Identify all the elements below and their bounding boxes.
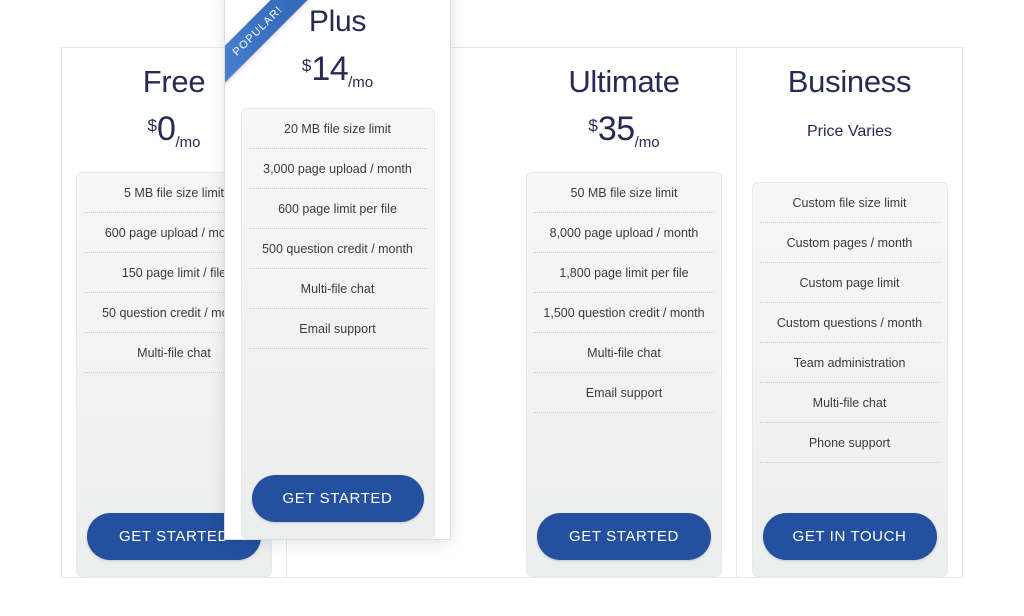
pricing-card-plus: POPULAR! Plus $14/mo 20 MB file size limit 3… [224, 0, 451, 540]
feature-item: Custom file size limit [759, 183, 940, 223]
price-currency: $ [147, 116, 158, 135]
plan-price: $35/mo [588, 112, 659, 152]
pricing-card-ultimate: Ultimate $35/mo 50 MB file size limit 8,000… [512, 48, 737, 577]
plan-name: Business [787, 64, 912, 99]
feature-item: 1,800 page limit per file [534, 253, 714, 293]
feature-item: Email support [248, 309, 427, 349]
feature-item: 1,500 question credit / month [534, 293, 714, 333]
price-currency: $ [301, 56, 312, 75]
feature-item: 500 question credit / month [248, 229, 427, 269]
cta-button-ultimate[interactable]: GET STARTED [537, 513, 711, 560]
feature-item: Custom questions / month [759, 303, 940, 343]
feature-item: Multi-file chat [248, 269, 427, 309]
price-period: /mo [634, 134, 660, 151]
feature-item: 3,000 page upload / month [248, 149, 427, 189]
price-period: /mo [348, 74, 374, 91]
plan-price: $0/mo [148, 112, 201, 152]
price-currency: $ [588, 116, 598, 135]
plan-price: $14/mo [302, 52, 373, 92]
price-amount: 14 [311, 50, 349, 88]
plan-name: Ultimate [568, 64, 680, 99]
price-amount: 0 [157, 110, 176, 148]
feature-item: 8,000 page upload / month [534, 213, 714, 253]
feature-item: Phone support [759, 423, 940, 463]
cta-button-plus[interactable]: GET STARTED [251, 475, 424, 522]
cta-button-business[interactable]: GET IN TOUCH [762, 513, 937, 560]
price-amount: 35 [597, 110, 635, 148]
feature-item: Multi-file chat [759, 383, 940, 423]
cta-holder: GET STARTED [527, 513, 721, 568]
plan-name: Plus [308, 5, 367, 38]
cta-holder: GET STARTED [242, 475, 434, 530]
feature-item: 50 MB file size limit [534, 173, 714, 213]
feature-item: Email support [534, 373, 714, 413]
feature-item: Multi-file chat [534, 333, 714, 373]
feature-item: 20 MB file size limit [248, 109, 427, 149]
features-panel: 50 MB file size limit 8,000 page upload /… [526, 172, 722, 577]
pricing-card-business: Business Price Varies Custom file size lim… [737, 48, 962, 577]
feature-item: 600 page limit per file [248, 189, 427, 229]
features-panel: 20 MB file size limit 3,000 page upload /… [240, 108, 435, 539]
price-period: /mo [175, 134, 201, 151]
pricing-page: Free $0/mo 5 MB file size limit 600 page up… [0, 0, 1024, 616]
feature-item: Custom page limit [759, 263, 940, 303]
feature-item: Custom pages / month [759, 223, 940, 263]
pricing-cards-row: Free $0/mo 5 MB file size limit 600 page up… [61, 47, 963, 578]
feature-item: Team administration [759, 343, 940, 383]
plan-price-text: Price Varies [806, 123, 893, 140]
plan-name: Free [142, 64, 206, 99]
cta-holder: GET IN TOUCH [753, 513, 947, 568]
features-panel: Custom file size limit Custom pages / mon… [751, 182, 948, 577]
